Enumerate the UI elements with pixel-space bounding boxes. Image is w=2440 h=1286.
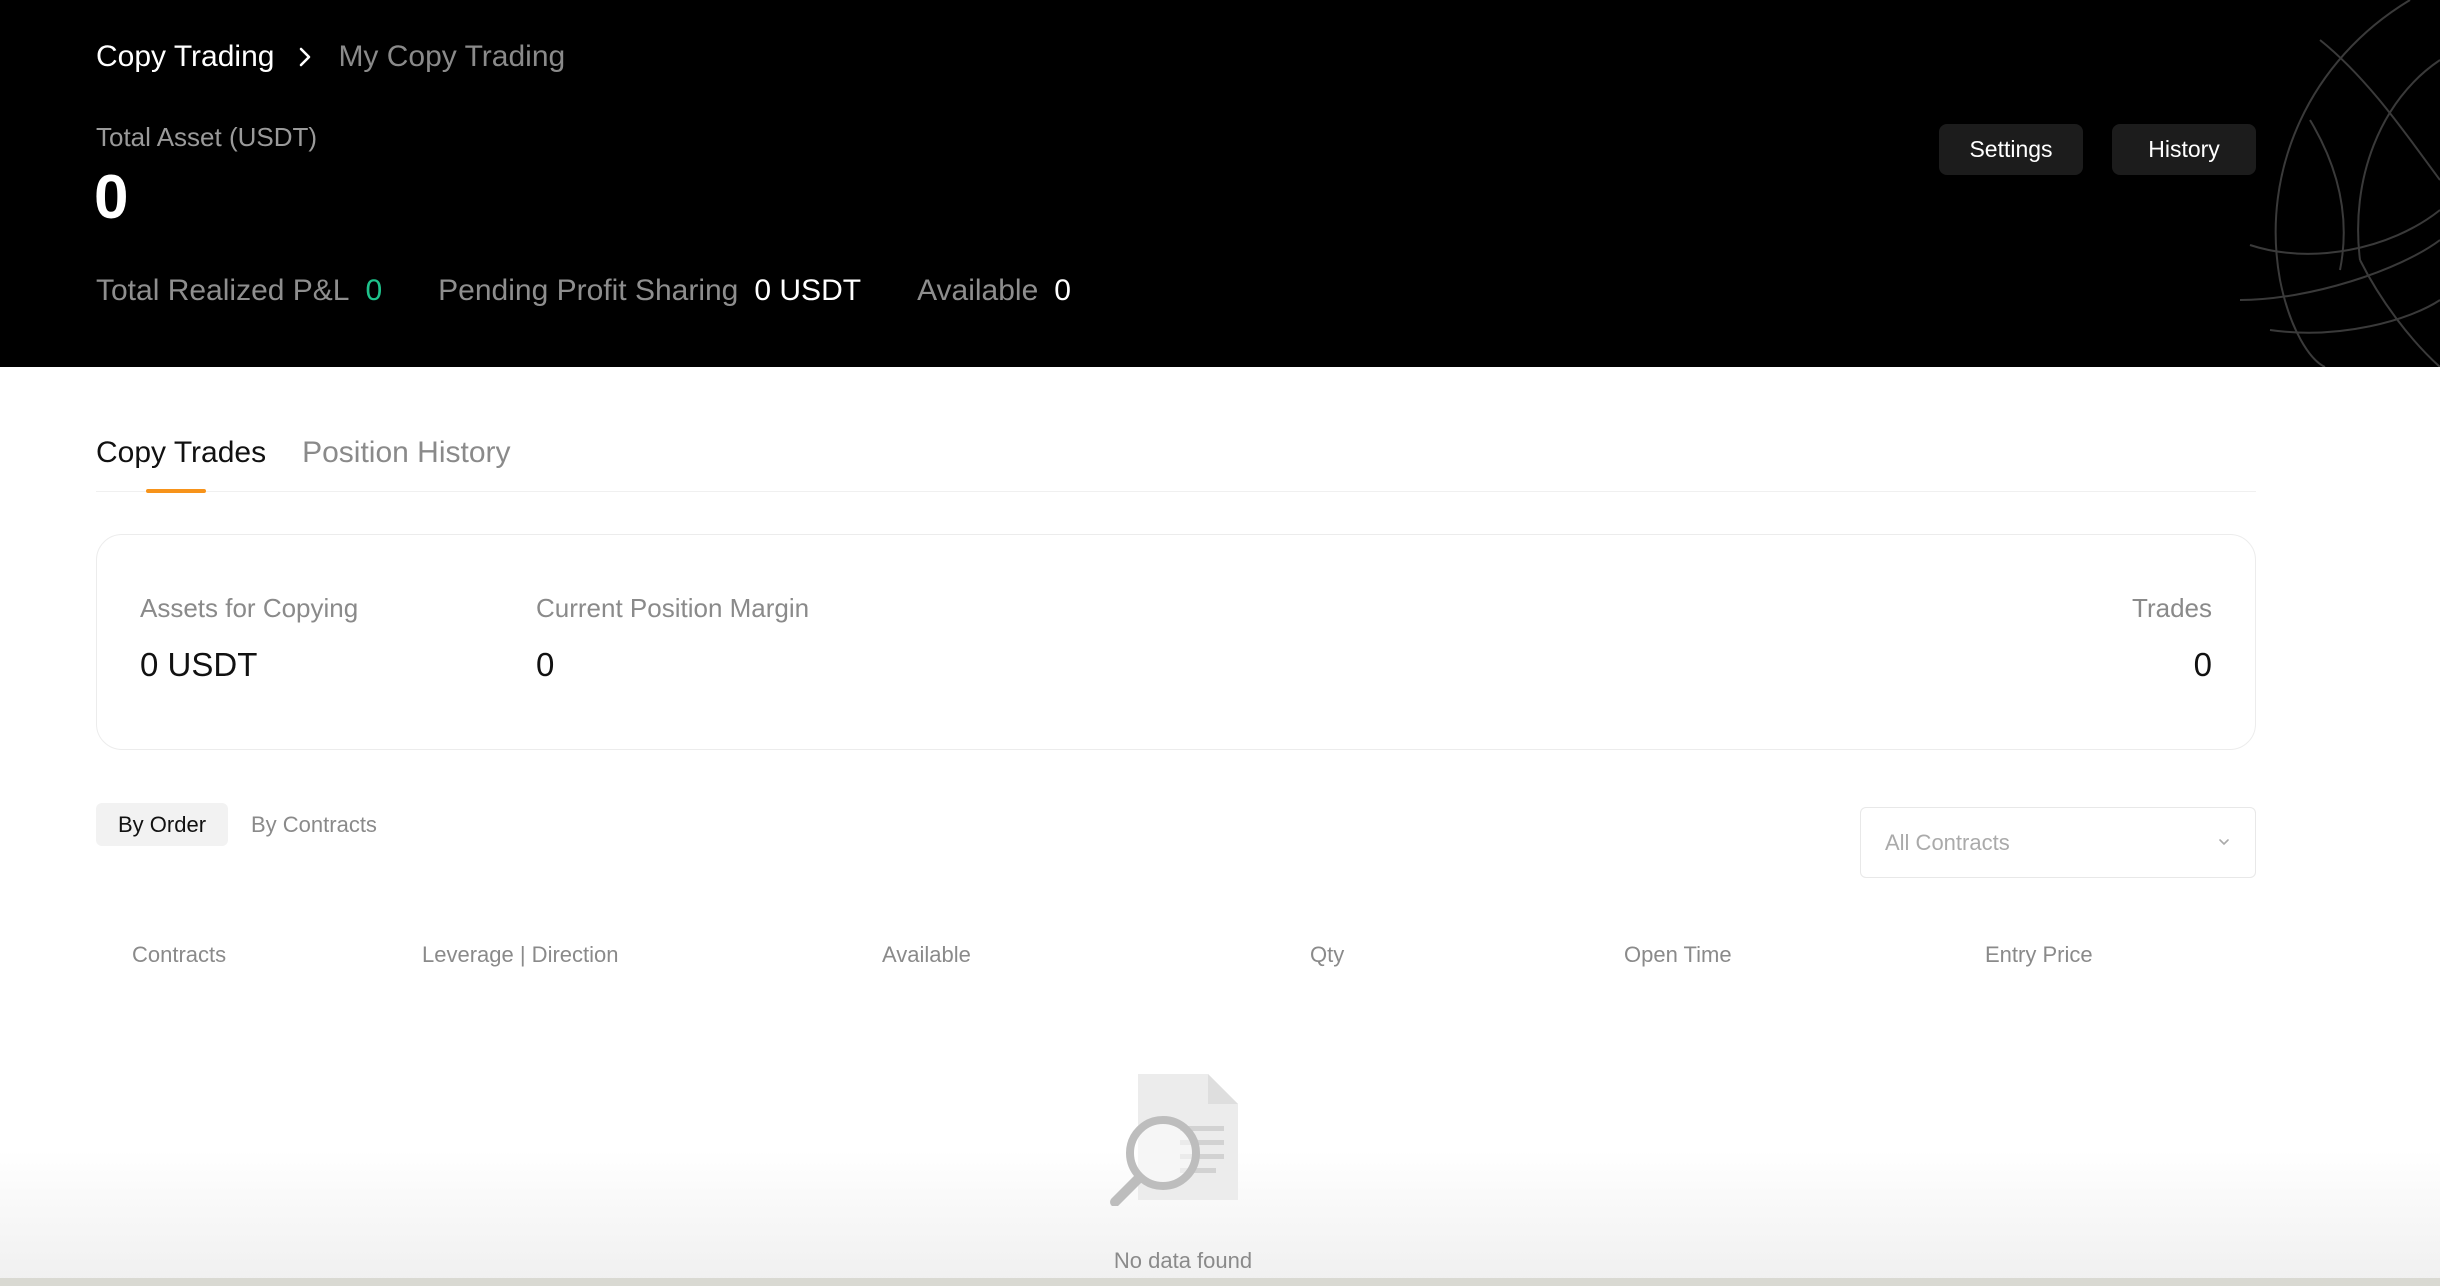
assets-for-copying-value: 0 USDT	[140, 646, 258, 683]
breadcrumb-my-copy-trading: My Copy Trading	[338, 40, 566, 73]
realized-pnl-label: Total Realized P&L	[96, 274, 350, 307]
by-contracts-toggle[interactable]: By Contracts	[229, 803, 399, 846]
breadcrumb-copy-trading[interactable]: Copy Trading	[96, 40, 274, 74]
realized-pnl-value: 0	[365, 274, 383, 307]
empty-state-text: No data found	[1113, 1248, 1253, 1273]
trades-count: Trades 0	[2132, 593, 2212, 684]
pending-profit-value: 0 USDT	[754, 274, 862, 307]
tab-position-history[interactable]: Position History	[302, 436, 510, 492]
contracts-select-value: All Contracts	[1885, 829, 2010, 855]
document-search-icon	[1110, 1074, 1238, 1206]
contracts-select[interactable]: All Contracts	[1860, 807, 2256, 878]
positions-table-header: Contracts Leverage | Direction Available…	[96, 942, 2256, 978]
hero-header: Copy Trading My Copy Trading Total Asset…	[0, 0, 2440, 367]
tab-copy-trades[interactable]: Copy Trades	[96, 436, 267, 493]
available-stat: Available 0	[917, 274, 1071, 308]
active-tab-indicator	[146, 489, 206, 493]
pending-profit-label: Pending Profit Sharing	[438, 274, 739, 307]
tab-position-history-label: Position History	[302, 436, 511, 469]
current-position-margin-label: Current Position Margin	[536, 593, 810, 623]
settings-button[interactable]: Settings	[1939, 124, 2083, 175]
bottom-edge	[0, 1278, 2440, 1286]
breadcrumb: Copy Trading My Copy Trading	[96, 40, 565, 74]
assets-for-copying-label: Assets for Copying	[140, 593, 359, 623]
stats-row: Total Realized P&L 0 Pending Profit Shar…	[96, 274, 1127, 308]
trades-value: 0	[2193, 646, 2212, 683]
current-position-margin: Current Position Margin 0	[536, 593, 809, 684]
copy-summary-card: Assets for Copying 0 USDT Current Positi…	[96, 534, 2256, 750]
globe-decoration-icon	[2239, 0, 2440, 367]
current-position-margin-value: 0	[536, 646, 555, 683]
by-order-toggle[interactable]: By Order	[96, 803, 229, 846]
column-contracts: Contracts	[132, 942, 227, 967]
realized-pnl-stat: Total Realized P&L 0	[96, 274, 382, 308]
pending-profit-stat: Pending Profit Sharing 0 USDT	[438, 274, 861, 308]
tab-copy-trades-label: Copy Trades	[96, 436, 267, 469]
available-value: 0	[1054, 274, 1071, 307]
column-open-time: Open Time	[1624, 942, 1732, 967]
column-leverage-direction: Leverage | Direction	[422, 942, 619, 967]
chevron-right-icon	[298, 46, 312, 68]
assets-for-copying: Assets for Copying 0 USDT	[140, 593, 358, 684]
column-entry-price: Entry Price	[1985, 942, 2093, 967]
total-asset-value: 0	[94, 163, 129, 232]
chevron-down-icon	[2217, 834, 2231, 852]
column-available: Available	[882, 942, 971, 967]
tab-bar: Copy Trades Position History	[96, 436, 2256, 493]
column-qty: Qty	[1310, 942, 1345, 967]
available-label: Available	[917, 274, 1039, 307]
total-asset-label: Total Asset (USDT)	[96, 122, 318, 152]
history-button[interactable]: History	[2112, 124, 2256, 175]
trades-label: Trades	[2132, 593, 2212, 623]
